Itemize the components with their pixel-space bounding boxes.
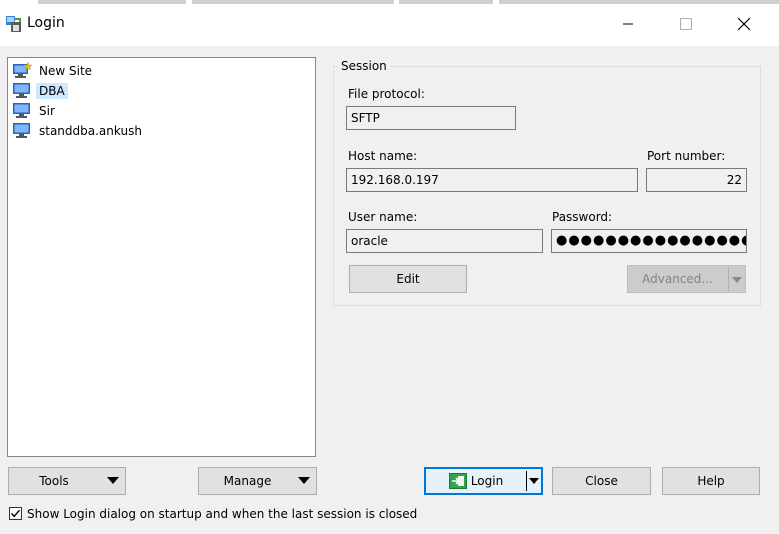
file-protocol-label: File protocol:: [348, 87, 425, 101]
user-name-input[interactable]: oracle: [346, 229, 543, 253]
close-icon: [737, 17, 751, 31]
background-strip: [399, 0, 493, 4]
minimize-button[interactable]: [614, 10, 642, 38]
help-button[interactable]: Help: [662, 467, 760, 495]
checkmark-icon: [10, 509, 21, 518]
maximize-button[interactable]: [672, 10, 700, 38]
site-item-new-site[interactable]: New Site: [12, 61, 95, 80]
user-name-label: User name:: [348, 210, 418, 224]
host-name-label: Host name:: [348, 149, 418, 163]
login-icon: [448, 473, 467, 489]
close-window-button[interactable]: [730, 10, 758, 38]
chevron-down-icon: [298, 477, 310, 484]
manage-button[interactable]: Manage: [198, 467, 317, 495]
advanced-button-label: Advanced...: [642, 272, 713, 286]
login-button-main[interactable]: Login: [426, 469, 526, 493]
advanced-split-separator: [728, 267, 729, 291]
edit-button[interactable]: Edit: [349, 265, 467, 293]
close-button-label: Close: [585, 474, 618, 488]
background-strip: [499, 0, 779, 4]
site-item-label: DBA: [36, 82, 68, 99]
site-item-standdba-ankush[interactable]: standdba.ankush: [12, 121, 145, 140]
site-item-label: Sir: [39, 103, 55, 118]
background-strip: [38, 0, 186, 4]
window-title: Login: [27, 15, 65, 31]
file-protocol-select[interactable]: SFTP: [346, 106, 516, 130]
computer-icon: [13, 103, 30, 118]
help-button-label: Help: [697, 474, 725, 488]
port-number-input[interactable]: 22: [646, 168, 747, 192]
chevron-down-icon: [107, 477, 119, 484]
app-icon: [6, 16, 21, 32]
chevron-down-icon: [529, 478, 539, 484]
minimize-icon: [623, 23, 633, 25]
site-tree[interactable]: New Site DBA Sir standdba.ankush: [7, 57, 316, 457]
title-bar[interactable]: Login: [0, 0, 779, 46]
port-number-label: Port number:: [647, 149, 726, 163]
password-input[interactable]: ●●●●●●●●●●●●●●●●: [551, 229, 747, 253]
chevron-down-icon[interactable]: [732, 277, 742, 283]
tools-button[interactable]: Tools: [8, 467, 126, 495]
password-label: Password:: [552, 210, 613, 224]
manage-button-label: Manage: [223, 474, 272, 488]
site-item-label: New Site: [39, 63, 93, 78]
host-name-input[interactable]: 192.168.0.197: [346, 168, 638, 192]
session-legend: Session: [338, 59, 390, 73]
maximize-icon: [680, 18, 692, 30]
tools-button-label: Tools: [39, 474, 69, 488]
computer-icon: [13, 123, 30, 138]
site-item-label: standdba.ankush: [39, 123, 142, 138]
login-button-label: Login: [470, 474, 504, 488]
login-dropdown-button[interactable]: [527, 469, 541, 493]
computer-icon: [13, 83, 30, 98]
new-site-icon: [13, 62, 32, 78]
site-item-sir[interactable]: Sir: [12, 101, 58, 120]
startup-checkbox[interactable]: [9, 507, 22, 520]
edit-button-label: Edit: [396, 272, 420, 286]
startup-checkbox-label[interactable]: Show Login dialog on startup and when th…: [27, 507, 417, 521]
site-item-dba[interactable]: DBA: [12, 81, 68, 100]
close-button[interactable]: Close: [552, 467, 651, 495]
background-strip: [192, 0, 394, 4]
login-button[interactable]: Login: [424, 467, 543, 495]
